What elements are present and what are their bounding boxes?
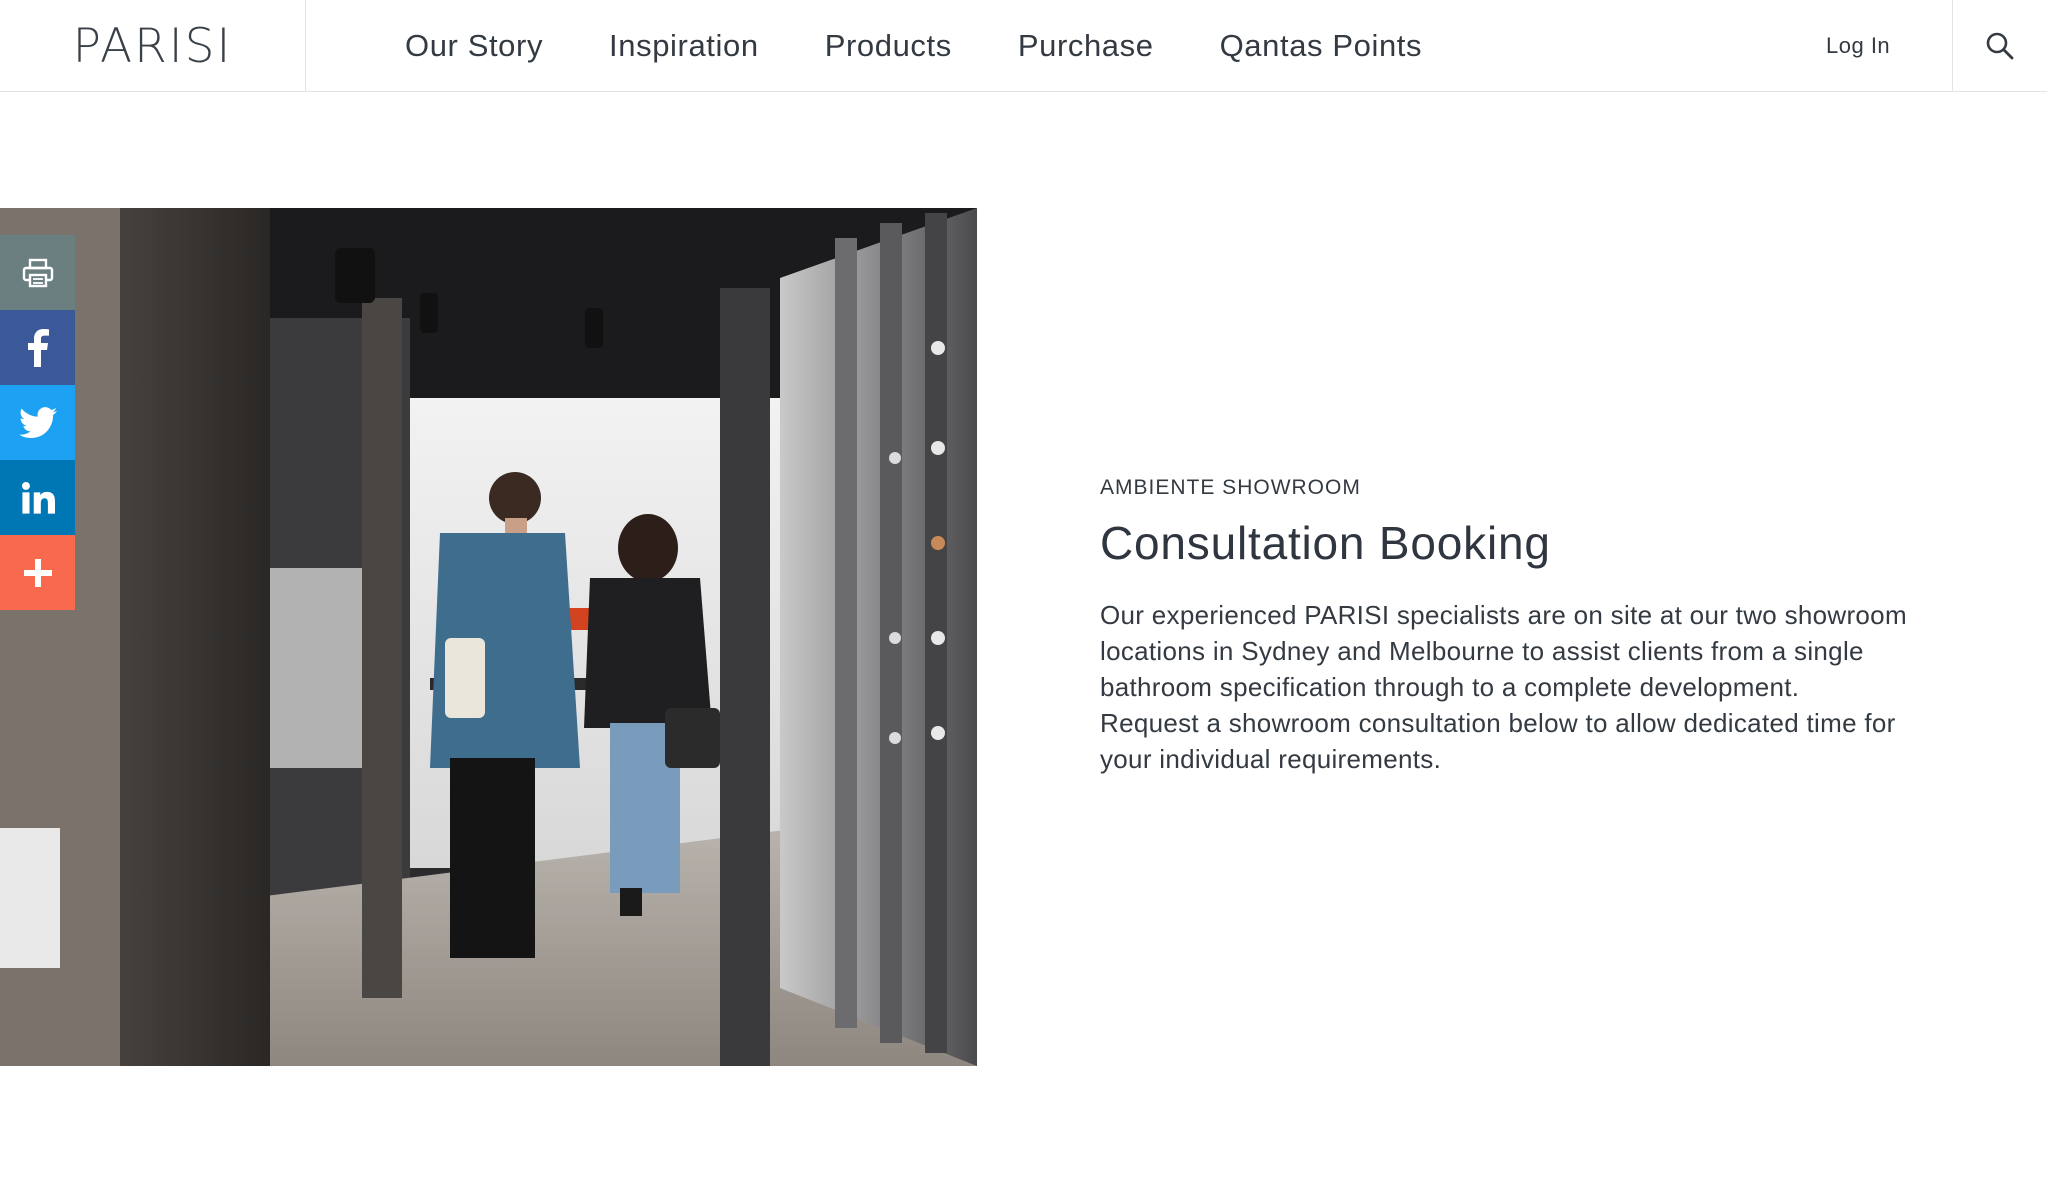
intro-paragraph: Our experienced PARISI specialists are o… xyxy=(1100,599,1907,702)
main-nav: Our Story Inspiration Products Purchase … xyxy=(405,0,1488,92)
print-icon xyxy=(22,258,53,287)
nav-item-inspiration[interactable]: Inspiration xyxy=(609,28,759,64)
nav-item-qantas-points[interactable]: Qantas Points xyxy=(1220,28,1423,64)
consultation-section: AMBIENTE SHOWROOM Consultation Booking O… xyxy=(1100,476,1920,777)
plus-icon xyxy=(23,558,52,587)
parisi-logo: PARISI xyxy=(72,18,233,74)
linkedin-share-button[interactable] xyxy=(0,460,75,535)
showroom-photo xyxy=(0,208,977,1066)
logo-link[interactable]: PARISI xyxy=(0,0,306,92)
twitter-icon xyxy=(18,406,57,438)
more-share-button[interactable] xyxy=(0,535,75,610)
linkedin-icon xyxy=(21,481,55,514)
nav-item-purchase[interactable]: Purchase xyxy=(1018,28,1154,64)
facebook-share-button[interactable] xyxy=(0,310,75,385)
page-title: Consultation Booking xyxy=(1100,517,1551,569)
site-header: PARISI Our Story Inspiration Products Pu… xyxy=(0,0,2047,92)
login-link[interactable]: Log In xyxy=(1826,0,1890,92)
section-eyebrow: AMBIENTE SHOWROOM xyxy=(1100,476,1361,499)
nav-item-products[interactable]: Products xyxy=(825,28,952,64)
print-button[interactable] xyxy=(0,235,75,310)
twitter-share-button[interactable] xyxy=(0,385,75,460)
showroom-illustration xyxy=(0,208,977,1066)
request-paragraph: Request a showroom consultation below to… xyxy=(1100,707,1896,774)
facebook-icon xyxy=(27,328,49,367)
search-icon xyxy=(1986,32,2014,60)
nav-item-our-story[interactable]: Our Story xyxy=(405,28,543,64)
social-share-bar xyxy=(0,235,75,610)
search-button[interactable] xyxy=(1952,0,2047,92)
